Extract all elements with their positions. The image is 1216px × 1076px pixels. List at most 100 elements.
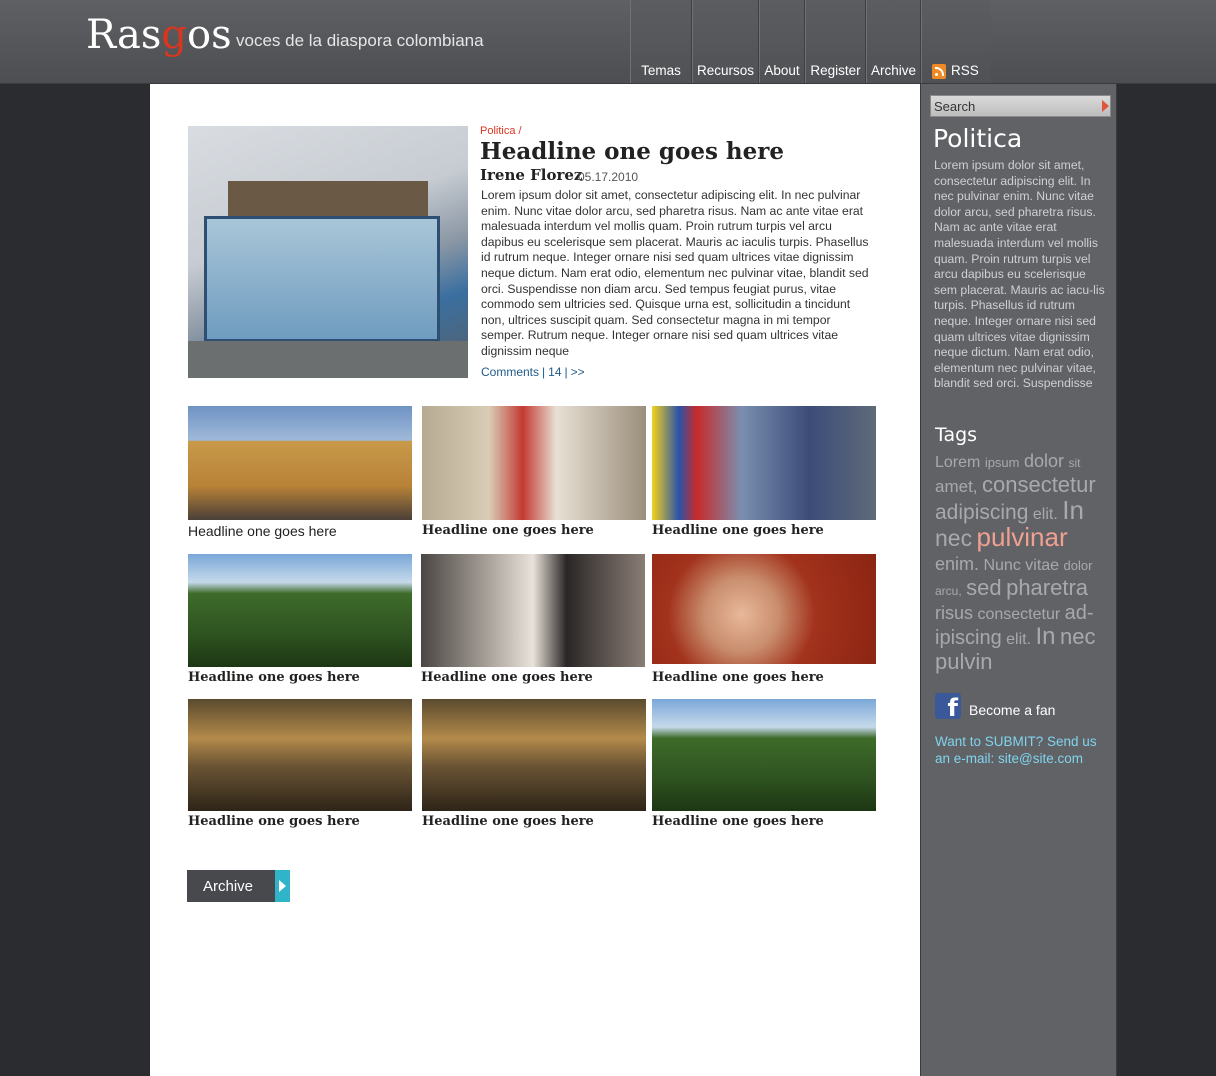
comments-link[interactable]: Comments [481, 365, 539, 379]
tag-link[interactable]: nec [935, 525, 972, 551]
feature-image-chiva-bus[interactable] [188, 126, 468, 378]
story-tile[interactable]: Headline one goes here [652, 406, 876, 546]
tag-link[interactable]: amet, [935, 477, 978, 496]
site-tagline: voces de la diaspora colombiana [236, 31, 484, 50]
feature-comments: Comments | 14 | >> [481, 365, 585, 379]
logo-text-start: Ras [86, 12, 162, 58]
arrow-right-icon [275, 870, 290, 902]
feature-headline[interactable]: Headline one goes here [480, 138, 784, 165]
comments-count[interactable]: 14 [548, 365, 561, 379]
tag-link[interactable]: vitae [1025, 557, 1059, 574]
site-logo[interactable]: Rasgos [86, 12, 232, 58]
facebook-fan-link[interactable]: Become a fan [935, 693, 1055, 719]
story-tile[interactable]: Headline one goes here [188, 554, 412, 694]
nav-item-label: Temas [641, 63, 681, 78]
tag-link[interactable]: adipiscing [935, 501, 1028, 524]
search-box [930, 95, 1111, 117]
story-image-horse-rider [652, 699, 876, 811]
feature-author: Irene Florez [480, 166, 583, 184]
sidebar-text: Lorem ipsum dolor sit amet, consectetur … [934, 158, 1105, 391]
nav-item-temas[interactable]: Temas [630, 0, 692, 83]
tag-link[interactable]: risus [935, 603, 973, 623]
tag-cloud: Lorem ipsum dolor sit amet, consectetur … [935, 450, 1115, 676]
story-caption[interactable]: Headline one goes here [652, 523, 876, 538]
story-image-cathedral [188, 406, 412, 520]
tag-link[interactable]: ipsum [985, 455, 1020, 470]
nav-item-archive[interactable]: Archive [866, 0, 921, 83]
story-image-celebration [652, 406, 876, 520]
search-input[interactable] [931, 97, 1096, 115]
tag-link[interactable]: In [1036, 623, 1056, 650]
tag-link[interactable]: Nunc [983, 557, 1020, 574]
story-tile[interactable]: Headline one goes here [422, 406, 646, 546]
story-tile[interactable]: Headline one goes here [188, 406, 412, 546]
story-caption[interactable]: Headline one goes here [188, 814, 412, 829]
nav-item-about[interactable]: About [759, 0, 805, 83]
tag-link[interactable]: nec [1060, 624, 1095, 649]
facebook-icon [935, 693, 961, 719]
story-caption[interactable]: Headline one goes here [422, 814, 646, 829]
story-image-man-sombrero [422, 406, 646, 520]
tag-link[interactable]: arcu, [935, 584, 962, 598]
story-tile[interactable]: Headline one goes here [652, 554, 876, 694]
rss-icon [932, 64, 946, 79]
bus-body [204, 216, 440, 342]
rss-label: RSS [951, 63, 979, 78]
nav-item-label: Register [810, 63, 861, 78]
story-tile[interactable]: Headline one goes here [188, 699, 412, 839]
story-tile[interactable]: Headline one goes here [422, 699, 646, 839]
archive-button[interactable]: Archive [187, 870, 290, 902]
nav-item-label: Archive [871, 63, 917, 78]
story-image-politician [652, 554, 876, 664]
logo-text-end: os [187, 12, 232, 58]
story-caption[interactable]: Headline one goes here [188, 523, 412, 539]
feature-body: Lorem ipsum dolor sit amet, consectetur … [481, 188, 869, 358]
nav-item-label: Recursos [696, 63, 755, 78]
archive-button-label: Archive [203, 877, 254, 895]
feature-date: 05.17.2010 [578, 170, 639, 184]
tag-link[interactable]: Lorem [935, 454, 980, 471]
tag-link[interactable]: sed [966, 575, 1001, 600]
nav-item-recursos[interactable]: Recursos [692, 0, 759, 83]
road [188, 341, 468, 378]
tag-link[interactable]: elit. [1006, 631, 1031, 648]
tag-link[interactable]: In [1062, 495, 1084, 525]
tag-link[interactable]: consectetur [977, 606, 1060, 623]
story-caption[interactable]: Headline one goes here [652, 670, 876, 685]
story-tile[interactable]: Headline one goes here [652, 699, 876, 839]
tag-link[interactable]: pulvin [935, 649, 992, 674]
story-tile[interactable]: Headline one goes here [421, 554, 645, 694]
story-image-horse-rider [188, 554, 412, 667]
main-nav: Temas Recursos About Register Archive RS… [630, 0, 991, 83]
tag-link[interactable]: dolor [1064, 558, 1093, 573]
nav-item-label: About [764, 63, 800, 78]
tag-link-highlight[interactable]: pulvinar [977, 522, 1068, 552]
story-caption[interactable]: Headline one goes here [422, 523, 646, 538]
nav-item-rss[interactable]: RSS [921, 0, 991, 83]
story-caption[interactable]: Headline one goes here [188, 670, 412, 685]
tag-link[interactable]: sit [1068, 456, 1080, 470]
feature-category[interactable]: Politica / [480, 125, 522, 137]
story-caption[interactable]: Headline one goes here [652, 814, 876, 829]
tag-link[interactable]: consectetur [982, 472, 1096, 497]
story-image-street-night [188, 699, 412, 811]
comments-separator: | [542, 365, 546, 379]
tags-title: Tags [935, 424, 978, 446]
sidebar: Politica Lorem ipsum dolor sit amet, con… [920, 84, 1117, 1076]
tag-link[interactable]: pharetra [1006, 575, 1088, 600]
read-more-link[interactable]: >> [571, 365, 585, 379]
tag-link[interactable]: elit. [1033, 506, 1058, 523]
main-content: Politica / Headline one goes here Irene … [150, 84, 920, 1076]
story-caption[interactable]: Headline one goes here [421, 670, 645, 685]
story-image-workshop [421, 554, 645, 667]
comments-separator: | [564, 365, 568, 379]
site-header: Rasgos voces de la diaspora colombiana T… [0, 0, 1216, 84]
search-go-icon[interactable] [1102, 100, 1109, 112]
submit-email-text[interactable]: Want to SUBMIT? Send us an e-mail: site@… [935, 733, 1115, 767]
nav-item-register[interactable]: Register [805, 0, 866, 83]
tag-link[interactable]: enim. [935, 554, 979, 574]
tag-link[interactable]: dolor [1024, 451, 1064, 471]
fan-label: Become a fan [969, 702, 1056, 718]
logo-text-g: g [161, 12, 188, 58]
story-image-street-night [422, 699, 646, 811]
